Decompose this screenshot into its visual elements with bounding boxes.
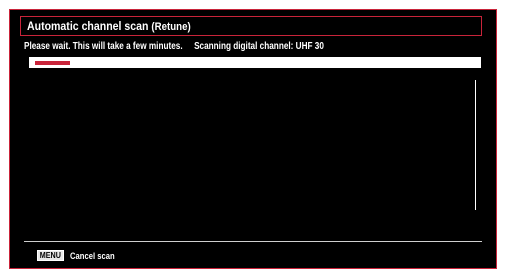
menu-key-badge[interactable]: MENU [37, 250, 64, 261]
scanning-status: Scanning digital channel: UHF 30 [194, 41, 324, 52]
status-line: Please wait. This will take a few minute… [24, 41, 324, 52]
title-bar: Automatic channel scan (Retune) [20, 16, 482, 36]
scan-progress-bar [29, 57, 481, 68]
tv-menu-screen: Automatic channel scan (Retune) Please w… [9, 9, 497, 269]
footer-divider [24, 241, 482, 242]
scrollbar[interactable] [475, 80, 476, 210]
title-subtitle: (Retune) [151, 21, 191, 33]
title-text: Automatic channel scan [27, 19, 149, 33]
footer-hint: MENU Cancel scan [37, 250, 122, 261]
scan-progress-fill [35, 61, 70, 65]
cancel-scan-label[interactable]: Cancel scan [70, 251, 115, 261]
page-title: Automatic channel scan (Retune) [27, 19, 191, 33]
status-message: Please wait. This will take a few minute… [24, 41, 183, 52]
